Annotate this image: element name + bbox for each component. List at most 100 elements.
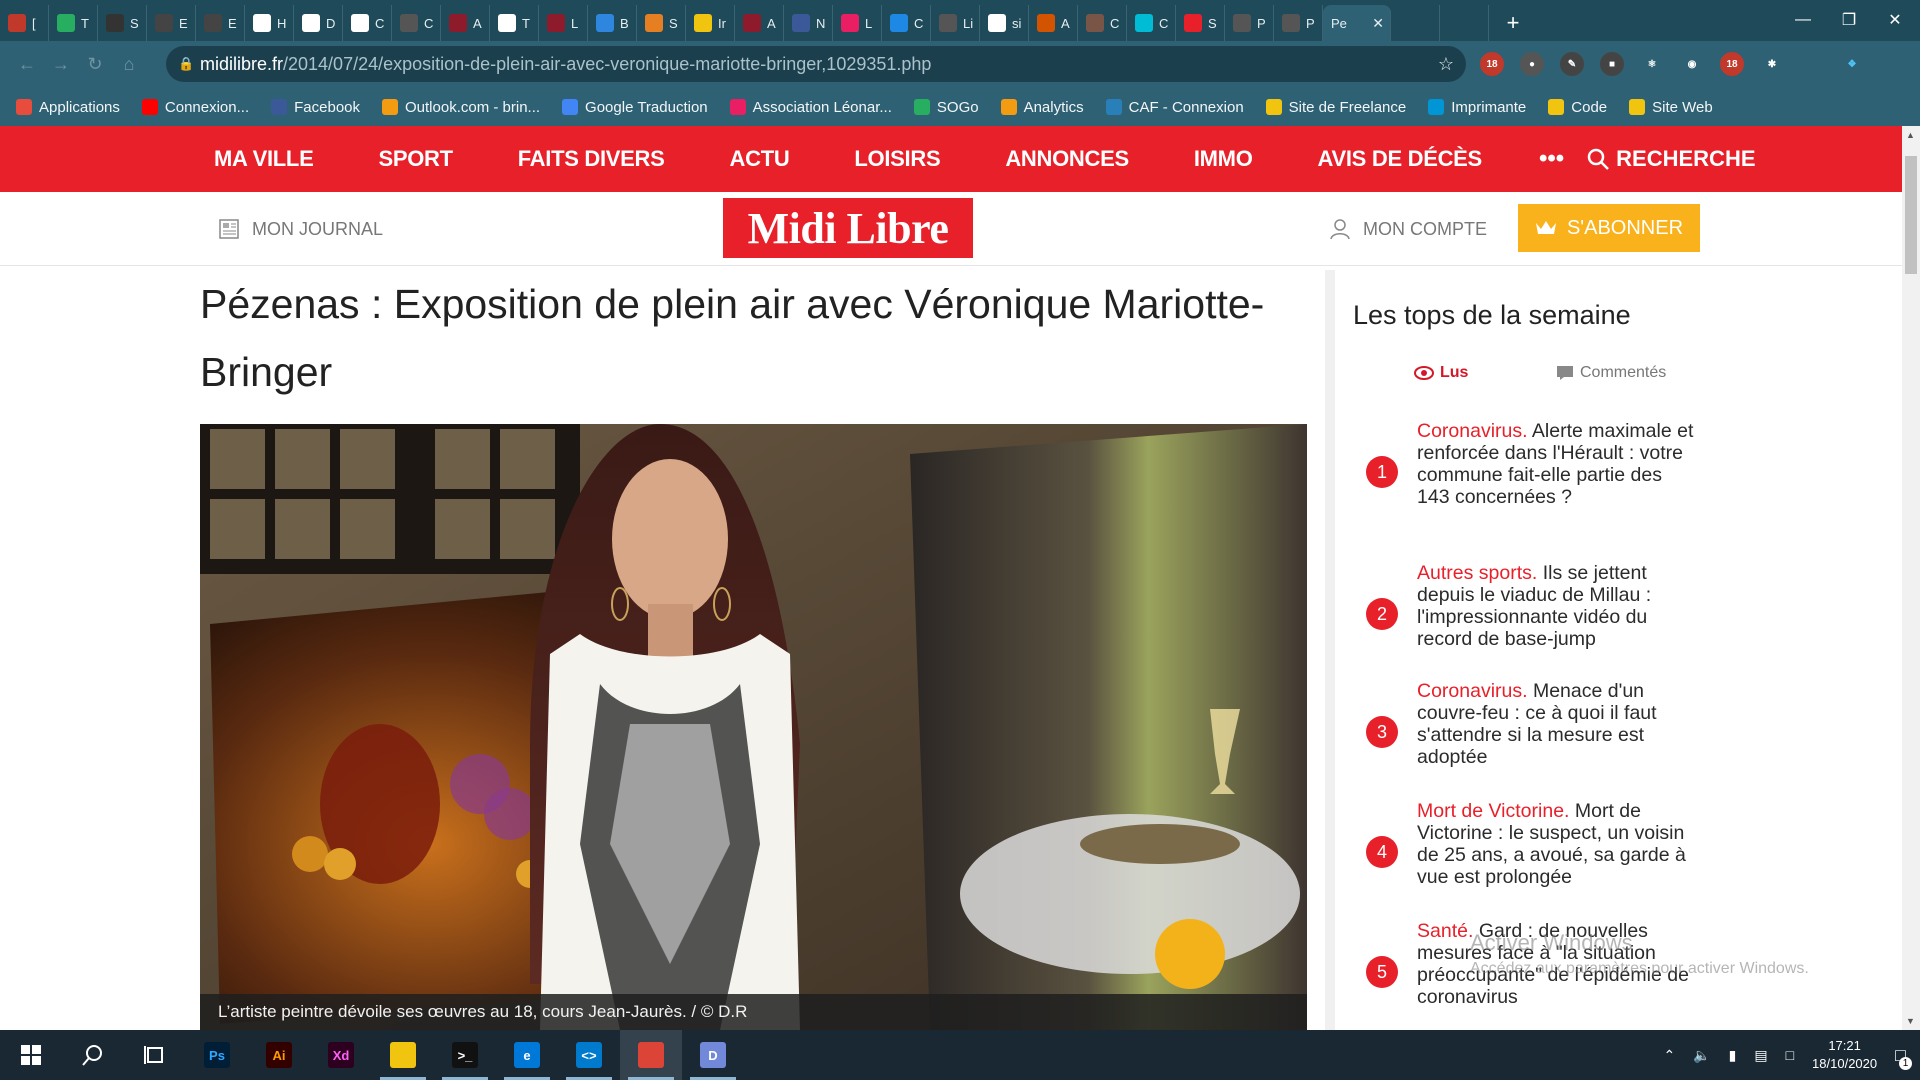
browser-tab[interactable] <box>1391 5 1440 41</box>
browser-tab[interactable]: E <box>147 5 196 41</box>
task-view-button[interactable] <box>124 1030 186 1080</box>
address-bar[interactable]: 🔒 midilibre.fr/2014/07/24/exposition-de-… <box>166 46 1466 82</box>
bookmark-item[interactable]: Code <box>1548 99 1615 116</box>
volume-icon[interactable]: 🔈 <box>1693 1047 1710 1064</box>
taskbar-app[interactable]: Ai <box>248 1030 310 1080</box>
battery-icon[interactable]: ▮ <box>1729 1047 1737 1064</box>
bookmark-item[interactable]: Applications <box>16 99 128 116</box>
browser-tab[interactable]: D <box>294 5 343 41</box>
back-icon[interactable]: ← <box>10 48 44 82</box>
close-tab-icon[interactable]: ✕ <box>1372 15 1384 32</box>
extension-eraser-icon[interactable]: ■ <box>1600 52 1624 76</box>
bookmark-item[interactable]: Connexion... <box>141 99 257 116</box>
search-button[interactable]: RECHERCHE <box>1586 146 1756 172</box>
browser-tab[interactable]: P <box>1274 5 1323 41</box>
browser-tab[interactable]: L <box>833 5 882 41</box>
forward-icon[interactable]: → <box>44 48 78 82</box>
taskbar-app[interactable]: e <box>496 1030 558 1080</box>
tab-most-read[interactable]: Lus <box>1414 364 1468 382</box>
browser-tab[interactable]: si <box>980 5 1029 41</box>
browser-tab[interactable]: S <box>1176 5 1225 41</box>
minimize-button[interactable]: — <box>1780 0 1826 40</box>
extension-bird-icon[interactable]: ❖ <box>1840 52 1864 76</box>
subscribe-button[interactable]: S'ABONNER <box>1518 204 1700 252</box>
extension-target-icon[interactable]: ◉ <box>1680 52 1704 76</box>
browser-tab[interactable]: Li <box>931 5 980 41</box>
browser-tab[interactable]: A <box>735 5 784 41</box>
start-button[interactable] <box>0 1030 62 1080</box>
bookmark-item[interactable]: Site de Freelance <box>1265 99 1415 116</box>
system-clock[interactable]: 17:21 18/10/2020 <box>1812 1037 1877 1073</box>
bookmark-item[interactable]: Imprimante <box>1428 99 1534 116</box>
extension-puzzle-icon[interactable]: ✱ <box>1760 52 1784 76</box>
bookmark-item[interactable]: Facebook <box>271 99 368 116</box>
taskbar-app[interactable]: D <box>682 1030 744 1080</box>
site-nav-item[interactable]: SPORT <box>378 146 453 172</box>
taskbar-app[interactable]: >_ <box>434 1030 496 1080</box>
browser-tab[interactable] <box>1440 5 1489 41</box>
browser-tab[interactable]: S <box>637 5 686 41</box>
tray-chevron-icon[interactable]: ⌃ <box>1663 1047 1675 1064</box>
close-window-button[interactable]: ✕ <box>1872 0 1918 40</box>
browser-tab[interactable]: T <box>49 5 98 41</box>
browser-tab[interactable]: C <box>343 5 392 41</box>
page-scrollbar[interactable]: ▲ ▼ <box>1902 126 1920 1030</box>
reload-icon[interactable]: ↻ <box>78 48 112 82</box>
browser-tab[interactable]: C <box>882 5 931 41</box>
browser-tab[interactable]: E <box>196 5 245 41</box>
browser-tab[interactable]: C <box>392 5 441 41</box>
bookmark-item[interactable]: SOGo <box>913 99 987 116</box>
browser-tab[interactable]: H <box>245 5 294 41</box>
maximize-button[interactable]: ❐ <box>1826 0 1872 40</box>
taskbar-app[interactable]: Xd <box>310 1030 372 1080</box>
taskbar-app[interactable] <box>620 1030 682 1080</box>
bookmark-item[interactable]: Google Traduction <box>562 99 716 116</box>
browser-tab[interactable]: L <box>539 5 588 41</box>
action-center-icon[interactable]: □ <box>1786 1047 1794 1063</box>
browser-tab[interactable]: S <box>98 5 147 41</box>
home-icon[interactable]: ⌂ <box>112 48 146 82</box>
site-logo[interactable]: Midi Libre <box>723 198 973 258</box>
browser-tab[interactable]: C <box>1127 5 1176 41</box>
browser-tab[interactable]: B <box>588 5 637 41</box>
bookmark-item[interactable]: Outlook.com - brin... <box>382 99 548 116</box>
extension-edit-icon[interactable]: ✎ <box>1560 52 1584 76</box>
browser-tab[interactable]: P <box>1225 5 1274 41</box>
scroll-down-icon[interactable]: ▼ <box>1906 1016 1915 1026</box>
tab-most-commented[interactable]: Commentés <box>1556 364 1666 382</box>
site-nav-item[interactable]: LOISIRS <box>854 146 940 172</box>
bookmark-item[interactable]: CAF - Connexion <box>1105 99 1252 116</box>
taskbar-app[interactable] <box>372 1030 434 1080</box>
extension-adblock-icon[interactable]: 18 <box>1480 52 1504 76</box>
site-nav-item[interactable]: ANNONCES <box>1005 146 1129 172</box>
browser-tab-active[interactable]: Pe ✕ <box>1323 5 1391 41</box>
browser-tab[interactable]: T <box>490 5 539 41</box>
browser-tab[interactable]: A <box>441 5 490 41</box>
site-nav-item[interactable]: MA VILLE <box>214 146 314 172</box>
browser-tab[interactable]: A <box>1029 5 1078 41</box>
scroll-up-icon[interactable]: ▲ <box>1906 130 1915 140</box>
bookmark-item[interactable]: Analytics <box>1000 99 1092 116</box>
my-journal-link[interactable]: MON JOURNAL <box>218 218 383 240</box>
site-nav-item[interactable]: AVIS DE DÉCÈS <box>1318 146 1483 172</box>
site-nav-item[interactable]: IMMO <box>1194 146 1253 172</box>
taskbar-search-button[interactable] <box>62 1030 124 1080</box>
url-text[interactable]: midilibre.fr/2014/07/24/exposition-de-pl… <box>200 54 931 75</box>
bookmark-star-icon[interactable]: ☆ <box>1438 54 1454 75</box>
more-menu-icon[interactable]: ••• <box>1539 145 1564 173</box>
notifications-icon[interactable]: □ 1 <box>1895 1045 1912 1070</box>
extension-pin-icon[interactable]: 18 <box>1720 52 1744 76</box>
browser-tab[interactable]: Ir <box>686 5 735 41</box>
bookmark-item[interactable]: Site Web <box>1629 99 1721 116</box>
scrollbar-thumb[interactable] <box>1905 156 1917 274</box>
browser-tab[interactable]: N <box>784 5 833 41</box>
bookmark-item[interactable]: Association Léonar... <box>729 99 900 116</box>
extension-record-icon[interactable]: ● <box>1520 52 1544 76</box>
extension-react-icon[interactable]: ⚛ <box>1640 52 1664 76</box>
taskbar-app[interactable]: Ps <box>186 1030 248 1080</box>
browser-tab[interactable]: C <box>1078 5 1127 41</box>
new-tab-button[interactable]: + <box>1495 5 1531 41</box>
site-nav-item[interactable]: ACTU <box>730 146 790 172</box>
browser-tab[interactable]: [ <box>0 5 49 41</box>
site-nav-item[interactable]: FAITS DIVERS <box>518 146 665 172</box>
